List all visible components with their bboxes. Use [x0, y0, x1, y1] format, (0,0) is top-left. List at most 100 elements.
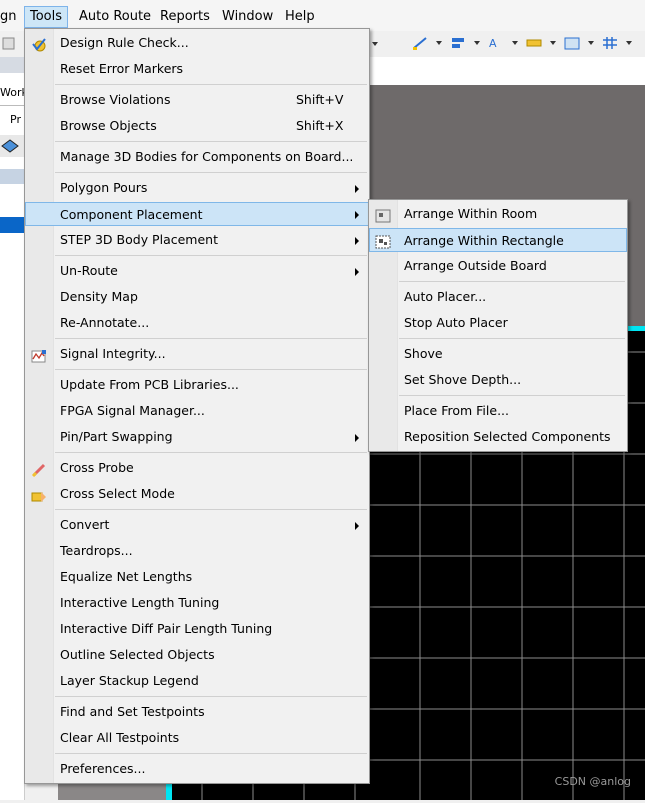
menu-item-arrange-within-rectangle[interactable]: Arrange Within Rectangle [369, 228, 627, 252]
menu-window[interactable]: Window [216, 8, 279, 26]
menu-item-interactive-length-tuning[interactable]: Interactive Length Tuning [25, 591, 369, 615]
menu-item-label: Shove [404, 346, 443, 361]
chevron-down-icon[interactable] [512, 41, 518, 45]
arrange-rectangle-icon [375, 233, 391, 249]
chevron-down-icon[interactable] [474, 41, 480, 45]
menu-item-label: Density Map [60, 289, 138, 304]
menu-item-find-and-set-testpoints[interactable]: Find and Set Testpoints [25, 700, 369, 724]
menu-design[interactable]: gn [0, 8, 23, 26]
menu-item-preferences[interactable]: Preferences... [25, 757, 369, 781]
selected-row[interactable] [0, 217, 24, 233]
panel-header [0, 57, 24, 73]
chevron-down-icon[interactable] [588, 41, 594, 45]
menu-tools[interactable]: Tools [24, 6, 69, 28]
text-string-icon[interactable]: A [488, 36, 504, 50]
menu-item-label: Component Placement [60, 207, 203, 222]
menu-item-density-map[interactable]: Density Map [25, 285, 369, 309]
shortcut-label: Shift+V [296, 92, 344, 107]
menu-item-step-3d-body-placement[interactable]: STEP 3D Body Placement [25, 228, 369, 252]
menu-item-teardrops[interactable]: Teardrops... [25, 539, 369, 563]
menu-item-component-placement[interactable]: Component Placement [25, 202, 369, 226]
menu-item-arrange-outside-board[interactable]: Arrange Outside Board [369, 254, 627, 278]
menu-item-label: Pin/Part Swapping [60, 429, 173, 444]
menu-item-label: Arrange Within Rectangle [404, 233, 564, 248]
menu-separator [55, 141, 367, 142]
chevron-down-icon[interactable] [550, 41, 556, 45]
menu-item-label: Convert [60, 517, 110, 532]
menu-item-pin-part-swapping[interactable]: Pin/Part Swapping [25, 425, 369, 449]
menu-item-label: Interactive Diff Pair Length Tuning [60, 621, 273, 636]
menu-item-label: Teardrops... [60, 543, 133, 558]
cross-probe-icon [31, 461, 47, 478]
projects-tab[interactable]: Pr [10, 113, 21, 126]
panel-row [0, 169, 24, 184]
menu-separator [55, 369, 367, 370]
menu-item-label: Stop Auto Placer [404, 315, 508, 330]
menu-item-place-from-file[interactable]: Place From File... [369, 399, 627, 423]
workspace-strip [58, 783, 166, 800]
left-panel: Work Pr [0, 57, 28, 800]
menu-item-label: Interactive Length Tuning [60, 595, 220, 610]
chevron-down-icon[interactable] [626, 41, 632, 45]
menu-item-cross-select-mode[interactable]: Cross Select Mode [25, 482, 369, 506]
submenu-arrow-icon [355, 268, 359, 276]
menu-item-design-rule-check[interactable]: Design Rule Check... [25, 31, 369, 55]
menu-separator [399, 281, 625, 282]
menu-item-outline-selected-objects[interactable]: Outline Selected Objects [25, 643, 369, 667]
menu-item-polygon-pours[interactable]: Polygon Pours [25, 176, 369, 200]
menu-item-stop-auto-placer[interactable]: Stop Auto Placer [369, 311, 627, 335]
menu-item-fpga-signal-manager[interactable]: FPGA Signal Manager... [25, 399, 369, 423]
menu-item-label: Find and Set Testpoints [60, 704, 205, 719]
menu-auto-route[interactable]: Auto Route [73, 8, 157, 26]
chevron-down-icon[interactable] [436, 41, 442, 45]
menu-item-label: Equalize Net Lengths [60, 569, 193, 584]
menu-item-interactive-diff-pair-length-tuning[interactable]: Interactive Diff Pair Length Tuning [25, 617, 369, 641]
interactive-routing-icon[interactable] [412, 36, 428, 50]
menu-item-layer-stackup-legend[interactable]: Layer Stackup Legend [25, 669, 369, 693]
divider [0, 105, 24, 106]
menu-item-shove[interactable]: Shove [369, 342, 627, 366]
menu-item-label: Clear All Testpoints [60, 730, 180, 745]
toolbar-dropdown-icon[interactable] [372, 36, 378, 50]
menu-item-label: Cross Select Mode [60, 486, 175, 501]
menu-item-label: Polygon Pours [60, 180, 148, 195]
menu-item-reset-error-markers[interactable]: Reset Error Markers [25, 57, 369, 81]
menu-item-auto-placer[interactable]: Auto Placer... [369, 285, 627, 309]
align-icon[interactable] [450, 36, 466, 50]
menu-item-label: Update From PCB Libraries... [60, 377, 239, 392]
room-icon[interactable] [564, 36, 580, 50]
menu-item-label: Design Rule Check... [60, 35, 189, 50]
menu-item-set-shove-depth[interactable]: Set Shove Depth... [369, 368, 627, 392]
menu-item-update-from-pcb-libraries[interactable]: Update From PCB Libraries... [25, 373, 369, 397]
paste-icon[interactable] [2, 36, 18, 50]
menu-separator [399, 338, 625, 339]
menu-item-cross-probe[interactable]: Cross Probe [25, 456, 369, 480]
menu-item-arrange-within-room[interactable]: Arrange Within Room [369, 202, 627, 226]
menu-separator [399, 395, 625, 396]
tools-menu: Design Rule Check... Reset Error Markers… [24, 28, 370, 784]
menu-item-browse-violations[interactable]: Browse Violations Shift+V [25, 88, 369, 112]
menu-item-equalize-net-lengths[interactable]: Equalize Net Lengths [25, 565, 369, 589]
layers-icon[interactable] [0, 135, 24, 157]
menu-item-label: Place From File... [404, 403, 509, 418]
grid-icon[interactable] [602, 36, 618, 50]
submenu-arrow-icon [355, 237, 359, 245]
dimension-icon[interactable] [526, 36, 542, 50]
menu-item-browse-objects[interactable]: Browse Objects Shift+X [25, 114, 369, 138]
menu-item-manage-3d-bodies[interactable]: Manage 3D Bodies for Components on Board… [25, 145, 369, 169]
menu-reports[interactable]: Reports [154, 8, 216, 26]
menu-item-convert[interactable]: Convert [25, 513, 369, 537]
shortcut-label: Shift+X [296, 118, 344, 133]
menu-item-label: Un-Route [60, 263, 118, 278]
menu-item-clear-all-testpoints[interactable]: Clear All Testpoints [25, 726, 369, 750]
menu-item-signal-integrity[interactable]: Signal Integrity... [25, 342, 369, 366]
menu-item-reposition-selected-components[interactable]: Reposition Selected Components [369, 425, 627, 449]
signal-integrity-icon [31, 347, 47, 363]
menu-help[interactable]: Help [279, 8, 321, 26]
submenu-arrow-icon [355, 185, 359, 193]
menu-item-re-annotate[interactable]: Re-Annotate... [25, 311, 369, 335]
submenu-arrow-icon [355, 211, 359, 219]
menu-item-label: Cross Probe [60, 460, 134, 475]
menu-item-un-route[interactable]: Un-Route [25, 259, 369, 283]
menu-item-label: Arrange Within Room [404, 206, 538, 221]
